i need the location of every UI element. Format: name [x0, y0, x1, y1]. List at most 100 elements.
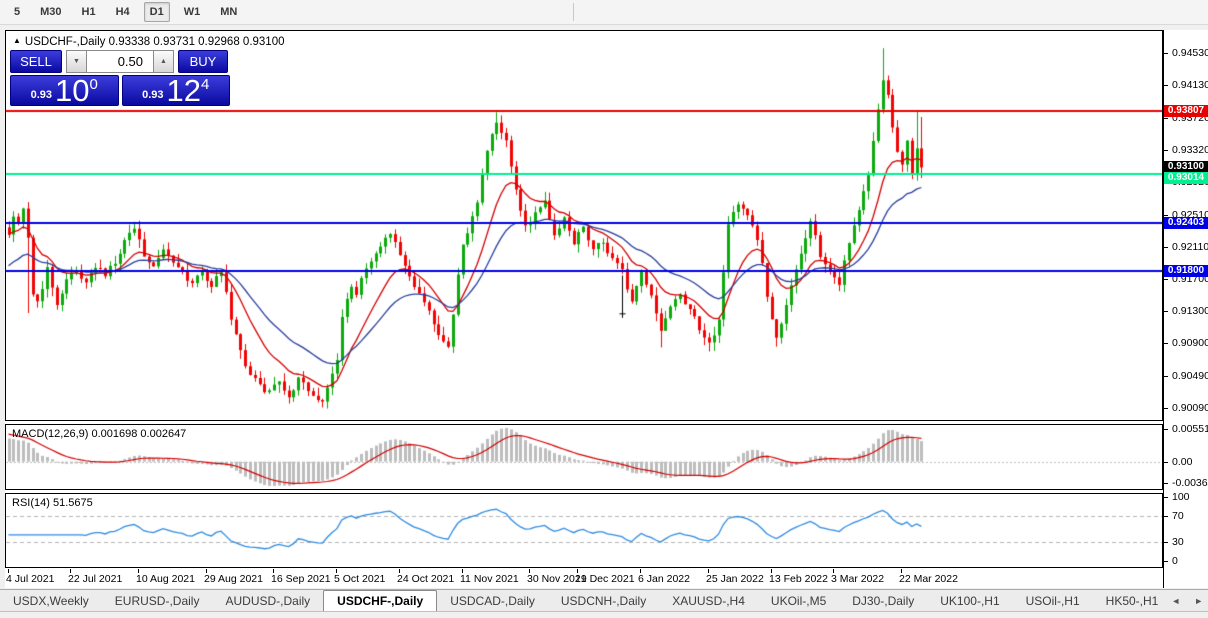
timeframe-button-mn[interactable]: MN — [214, 2, 243, 22]
axis-tick — [1164, 497, 1168, 498]
volume-input[interactable]: 0.50 — [87, 50, 153, 73]
macd-axis-label: 0.00 — [1172, 456, 1192, 468]
mt4-window: 5 M30 H1 H4 D1 W1 MN ▲ USDCHF-,Daily 0.93338 0.… — [0, 0, 1208, 618]
chart-tab-usdchf[interactable]: USDCHF-,Daily — [323, 590, 437, 612]
price-line-badge: 0.93807 — [1164, 105, 1208, 117]
sell-button[interactable]: SELL — [10, 50, 62, 73]
toolbar-separator — [573, 3, 574, 21]
chart-tab-usdcad[interactable]: USDCAD-,Daily — [437, 590, 548, 611]
price-line-badge: 0.93014 — [1164, 172, 1208, 184]
time-axis[interactable]: 4 Jul 202122 Jul 202110 Aug 202129 Aug 2… — [5, 569, 1163, 588]
chart-title: ▲ USDCHF-,Daily 0.93338 0.93731 0.92968 0… — [13, 36, 285, 48]
rsi-indicator-pane: RSI(14) 51.5675 — [5, 493, 1163, 568]
sell-price-main: 10 — [55, 76, 89, 105]
timeframe-button-h4[interactable]: H4 — [110, 2, 136, 22]
time-axis-label: 13 Feb 2022 — [769, 573, 828, 585]
price-axis[interactable]: 0.945300.941300.937200.933200.929200.925… — [1163, 30, 1208, 588]
sell-price-box[interactable]: 0.93 10 0 — [10, 75, 119, 106]
price-tick-label: 0.92110 — [1172, 241, 1208, 253]
axis-tick — [1164, 215, 1168, 216]
chart-window: ▲ USDCHF-,Daily 0.93338 0.93731 0.92968 0… — [5, 30, 1208, 588]
axis-tick — [1164, 311, 1168, 312]
time-axis-label: 22 Jul 2021 — [68, 573, 122, 585]
window-bottom-edge — [0, 611, 1208, 618]
rsi-chart-canvas[interactable] — [6, 494, 1162, 567]
rsi-axis-label: 70 — [1172, 510, 1184, 522]
price-line-badge: 0.92403 — [1164, 217, 1208, 229]
time-axis-label: 29 Aug 2021 — [204, 573, 263, 585]
volume-decrease-button[interactable]: ▼ — [66, 50, 87, 73]
axis-tick — [1164, 85, 1168, 86]
chart-tab-usoil[interactable]: USOil-,H1 — [1013, 590, 1093, 611]
price-tick-label: 0.91300 — [1172, 305, 1208, 317]
axis-tick — [1164, 462, 1168, 463]
timeframe-button-w1[interactable]: W1 — [178, 2, 207, 22]
buy-price-box[interactable]: 0.93 12 4 — [122, 75, 231, 106]
price-tick-label: 0.90900 — [1172, 337, 1208, 349]
axis-tick — [1164, 542, 1168, 543]
chart-tab-hk50[interactable]: HK50-,H1 — [1093, 590, 1172, 611]
chart-tabs-bar: USDX,WeeklyEURUSD-,DailyAUDUSD-,DailyUSD… — [0, 589, 1208, 611]
collapse-icon[interactable]: ▲ — [13, 36, 21, 45]
chart-tab-dj30[interactable]: DJ30-,Daily — [839, 590, 927, 611]
axis-tick — [1164, 343, 1168, 344]
rsi-axis-label: 0 — [1172, 555, 1178, 567]
sell-price-sup: 0 — [90, 77, 98, 105]
timeframe-toolbar: 5 M30 H1 H4 D1 W1 MN — [0, 0, 1208, 25]
time-axis-label: 3 Mar 2022 — [831, 573, 884, 585]
chart-ohlc-values: 0.93338 0.93731 0.92968 0.93100 — [109, 36, 285, 48]
time-axis-label: 24 Oct 2021 — [397, 573, 454, 585]
chart-tab-ukoil[interactable]: UKOil-,M5 — [758, 590, 839, 611]
time-axis-label: 16 Sep 2021 — [271, 573, 331, 585]
volume-increase-button[interactable]: ▲ — [153, 50, 174, 73]
time-axis-label: 19 Dec 2021 — [575, 573, 635, 585]
macd-axis-label: -0.003642 — [1172, 477, 1208, 489]
axis-tick — [1164, 561, 1168, 562]
time-axis-label: 5 Oct 2021 — [334, 573, 385, 585]
axis-tick — [1164, 483, 1168, 484]
buy-price-main: 12 — [167, 76, 201, 105]
macd-indicator-pane: MACD(12,26,9) 0.001698 0.002647 — [5, 424, 1163, 490]
time-axis-label: 11 Nov 2021 — [460, 573, 519, 585]
price-tick-label: 0.90490 — [1172, 370, 1208, 382]
macd-axis-label: 0.005514 — [1172, 423, 1208, 435]
spinner-up-icon: ▲ — [160, 58, 167, 65]
price-tick-label: 0.93320 — [1172, 144, 1208, 156]
price-tick-label: 0.94530 — [1172, 47, 1208, 59]
timeframe-button-h1[interactable]: H1 — [76, 2, 102, 22]
chart-tab-usdcnh[interactable]: USDCNH-,Daily — [548, 590, 659, 611]
chart-symbol-label: USDCHF-,Daily — [25, 36, 106, 48]
chart-tab-eurusd[interactable]: EURUSD-,Daily — [102, 590, 213, 611]
time-axis-label: 10 Aug 2021 — [136, 573, 195, 585]
buy-button[interactable]: BUY — [178, 50, 228, 73]
macd-values: 0.001698 0.002647 — [91, 428, 186, 440]
axis-tick — [1164, 279, 1168, 280]
sell-price-prefix: 0.93 — [31, 89, 52, 105]
axis-tick — [1164, 429, 1168, 430]
axis-tick — [1164, 516, 1168, 517]
axis-tick — [1164, 247, 1168, 248]
buy-price-sup: 4 — [201, 77, 209, 105]
chart-tab-uk100[interactable]: UK100-,H1 — [927, 590, 1012, 611]
spinner-down-icon: ▼ — [73, 58, 80, 65]
timeframe-button-d1[interactable]: D1 — [144, 2, 170, 22]
axis-tick — [1164, 53, 1168, 54]
axis-tick — [1164, 150, 1168, 151]
timeframe-button-5[interactable]: 5 — [8, 2, 26, 22]
price-line-badge: 0.91800 — [1164, 265, 1208, 277]
time-axis-label: 6 Jan 2022 — [638, 573, 690, 585]
rsi-label: RSI(14) 51.5675 — [12, 497, 93, 509]
buy-price-prefix: 0.93 — [142, 89, 163, 105]
time-axis-label: 22 Mar 2022 — [899, 573, 958, 585]
time-axis-label: 25 Jan 2022 — [706, 573, 764, 585]
rsi-axis-label: 100 — [1172, 491, 1190, 503]
timeframe-button-m30[interactable]: M30 — [34, 2, 67, 22]
tab-scroll-right-icon[interactable]: ► — [1194, 596, 1203, 606]
rsi-value: 51.5675 — [53, 497, 93, 509]
tab-scroll-left-icon[interactable]: ◄ — [1171, 596, 1180, 606]
main-chart-pane: ▲ USDCHF-,Daily 0.93338 0.93731 0.92968 0… — [5, 30, 1163, 421]
chart-tab-xauusd[interactable]: XAUUSD-,H4 — [659, 590, 758, 611]
macd-label: MACD(12,26,9) 0.001698 0.002647 — [12, 428, 186, 440]
chart-tab-usdx[interactable]: USDX,Weekly — [0, 590, 102, 611]
chart-tab-audusd[interactable]: AUDUSD-,Daily — [212, 590, 323, 611]
